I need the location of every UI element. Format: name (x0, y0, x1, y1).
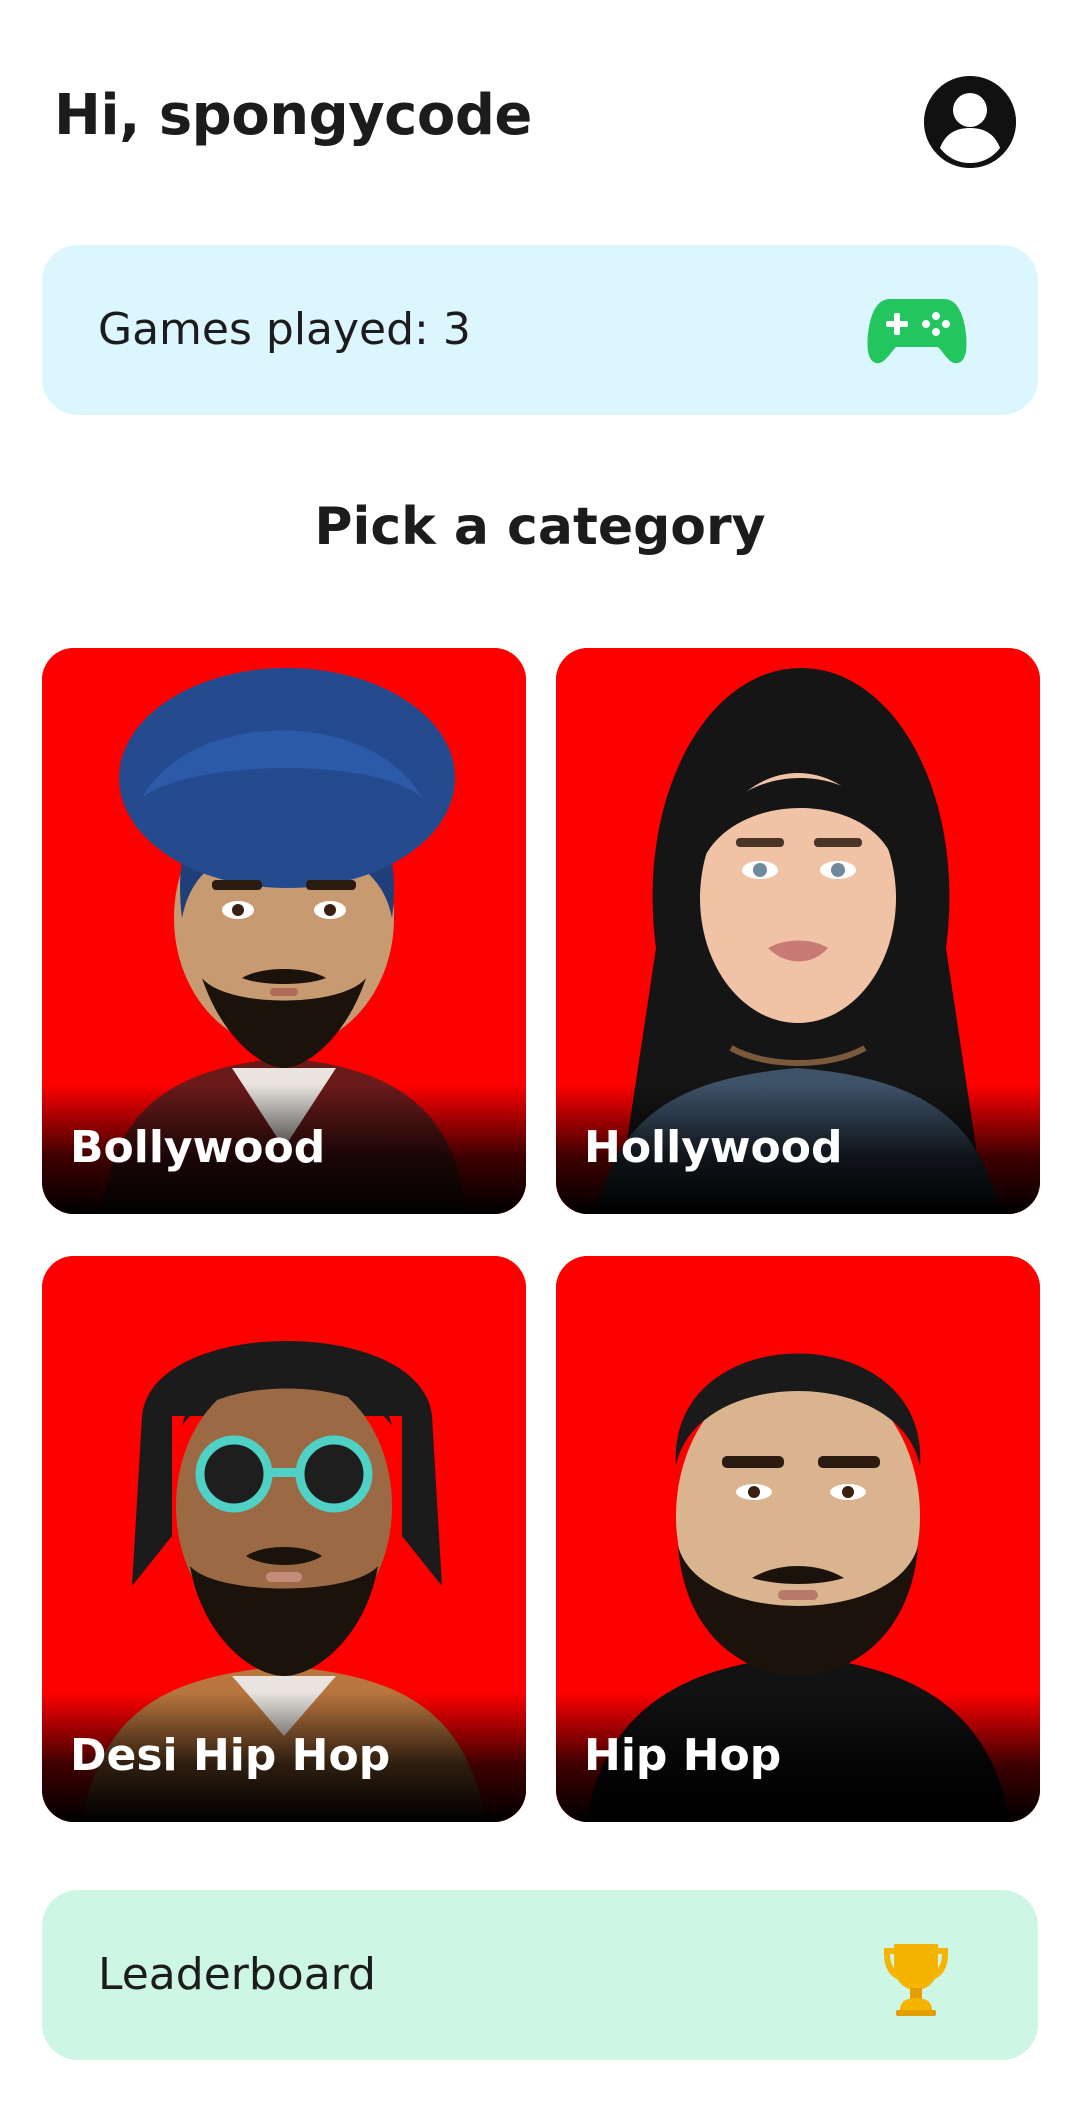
category-card-hollywood[interactable]: Hollywood (556, 648, 1040, 1214)
category-label: Desi Hip Hop (70, 1730, 391, 1781)
account-circle-icon (924, 76, 1016, 168)
games-played-text: Games played: 3 (98, 304, 471, 355)
pick-category-heading: Pick a category (314, 497, 766, 557)
category-label: Bollywood (70, 1122, 326, 1173)
profile-button[interactable] (924, 76, 1016, 168)
greeting-title: Hi, spongycode (54, 83, 532, 148)
category-card-bollywood[interactable]: Bollywood (42, 648, 526, 1214)
category-card-hip-hop[interactable]: Hip Hop (556, 1256, 1040, 1822)
gamepad-icon (867, 299, 967, 364)
games-played-card: Games played: 3 (42, 245, 1038, 415)
trophy-icon (884, 1944, 948, 2016)
category-label: Hollywood (584, 1122, 843, 1173)
category-card-desi-hip-hop[interactable]: Desi Hip Hop (42, 1256, 526, 1822)
leaderboard-button[interactable]: Leaderboard (42, 1890, 1038, 2060)
leaderboard-label: Leaderboard (98, 1949, 376, 2000)
category-label: Hip Hop (584, 1730, 782, 1781)
